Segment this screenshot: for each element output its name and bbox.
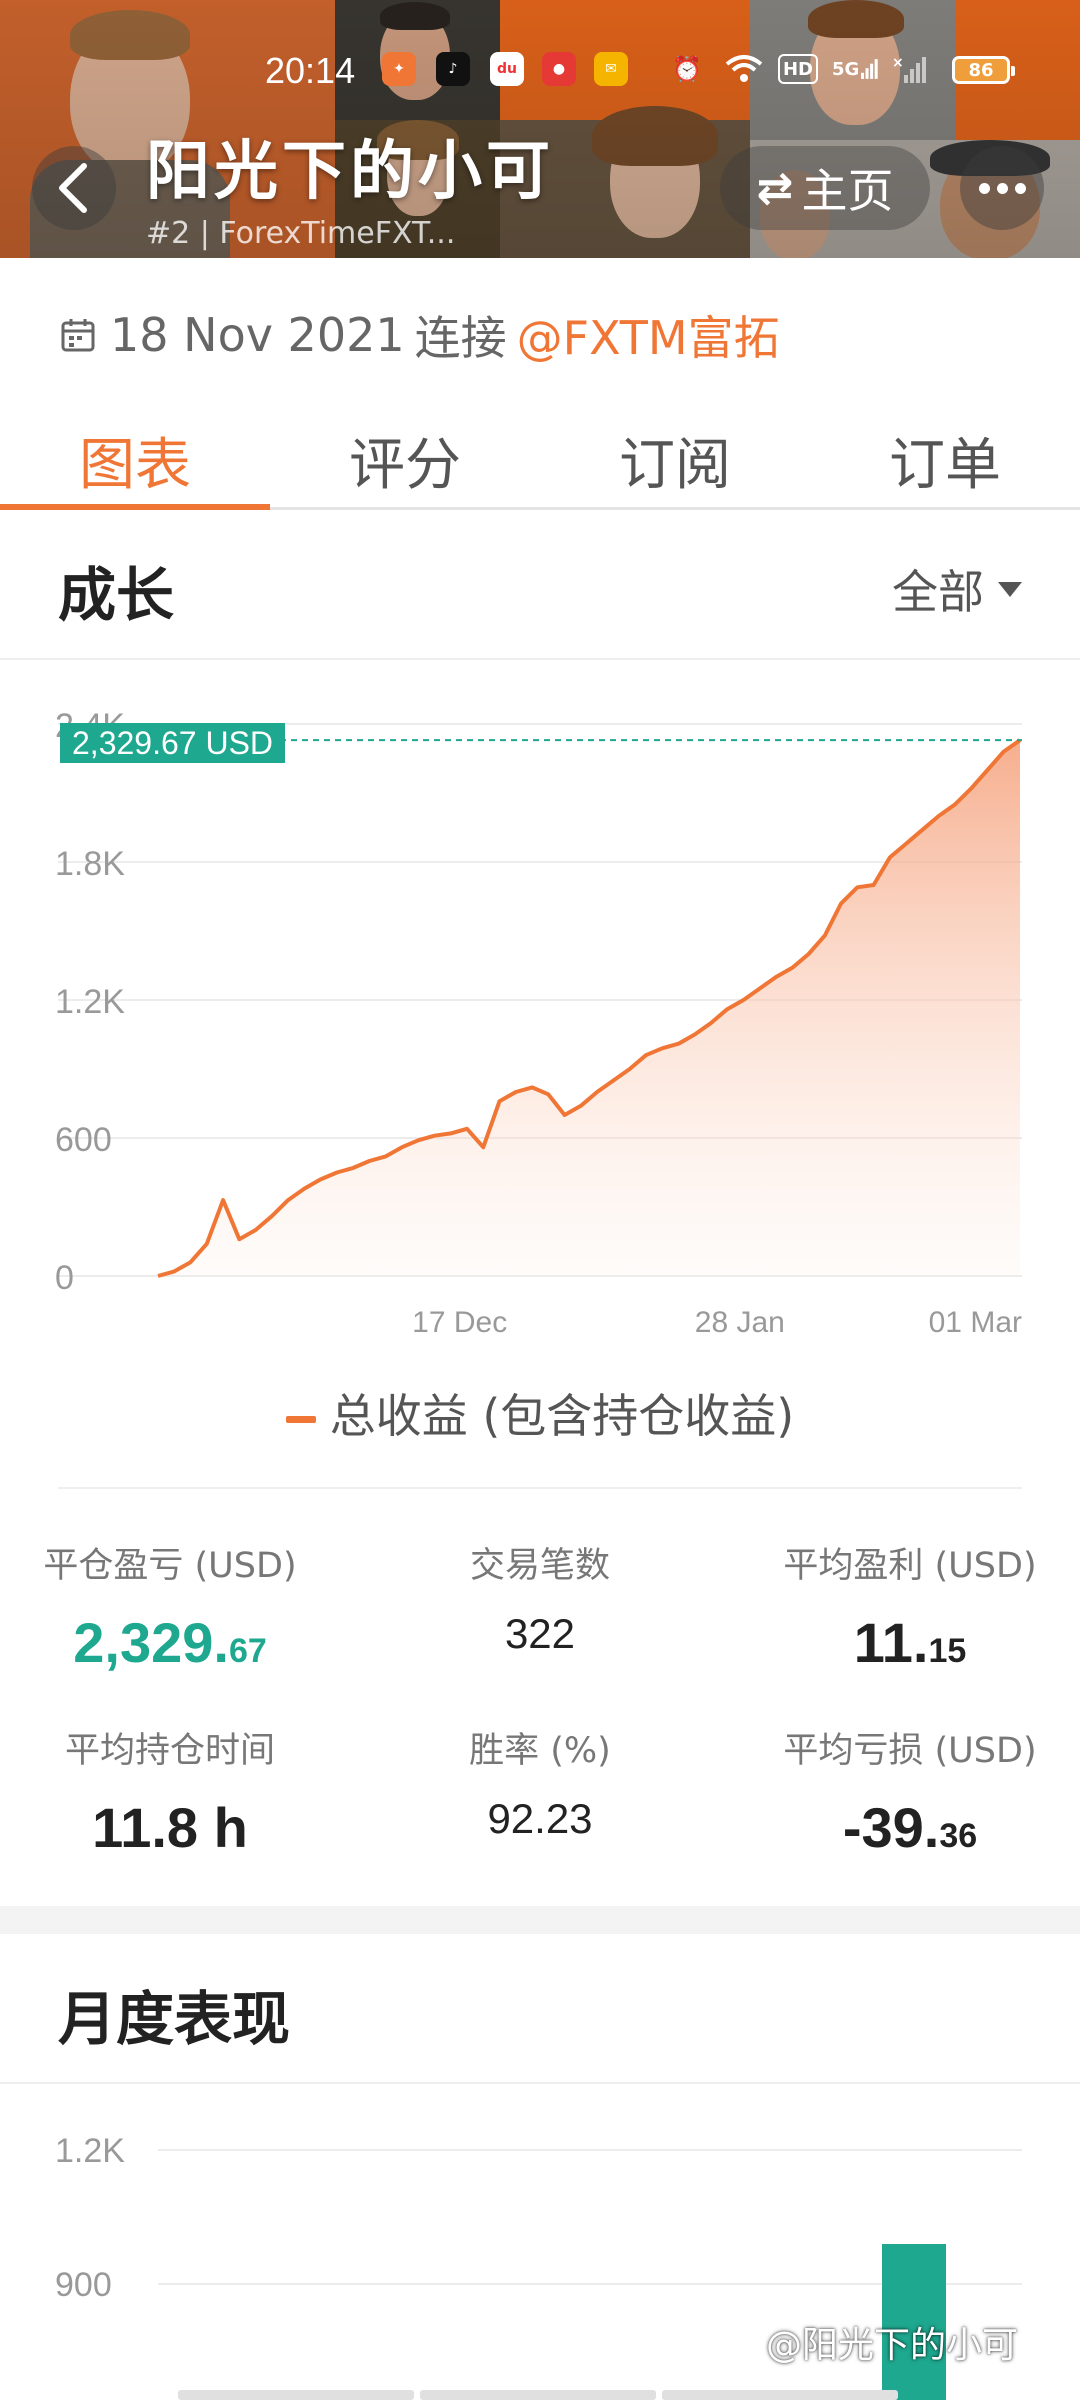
range-dropdown[interactable]: 全部 <box>892 556 1022 622</box>
section-title: 月度表现 <box>58 1985 291 2053</box>
divider <box>58 1487 1022 1489</box>
y-tick-label: 1.2K <box>55 2132 125 2170</box>
y-tick-label: 1.8K <box>55 845 125 883</box>
x-tick-label: 28 Jan <box>695 1306 785 1339</box>
notification-app-icon: du <box>490 52 524 86</box>
y-tick-label: 0 <box>55 1259 74 1297</box>
back-button[interactable] <box>32 146 116 230</box>
tab-chart[interactable]: 图表 <box>0 400 270 510</box>
stat-avg-hold-time: 平均持仓时间 11.8 h <box>0 1722 340 1860</box>
home-button[interactable]: ⇄ 主页 <box>720 146 930 230</box>
stat-value: 92.23 <box>487 1795 593 1842</box>
swap-icon: ⇄ <box>756 162 794 214</box>
tab-subscribe[interactable]: 订阅 <box>540 400 810 507</box>
status-bar: 20:14 ✦ ♪ du ● ✉ ⏰ HD 5G × 86 <box>0 48 1080 94</box>
section-title: 成长 <box>58 561 175 629</box>
stat-value: 2,329.67 <box>73 1611 267 1674</box>
stat-label: 平均盈利 (USD) <box>783 1546 1037 1586</box>
stat-trade-count: 交易笔数 322 <box>370 1537 710 1658</box>
scroll-segment <box>178 2390 414 2400</box>
monthly-section-header: 月度表现 <box>0 1934 1080 2084</box>
connect-verb: 连接 <box>414 311 507 365</box>
current-value-label: 2,329.67 USD <box>60 723 286 763</box>
connect-info: 18 Nov 2021 连接 @FXTM富拓 <box>60 302 780 368</box>
section-gap <box>0 1906 1080 1934</box>
hd-icon: HD <box>778 54 818 84</box>
alarm-icon: ⏰ <box>672 55 702 83</box>
tab-bar: 图表 评分 订阅 订单 <box>0 400 1080 510</box>
stat-avg-loss: 平均亏损 (USD) -39.36 <box>740 1722 1080 1860</box>
stat-value: 11.8 h <box>92 1796 248 1859</box>
chart-legend: 总收益 (包含持仓收益) <box>0 1380 1080 1446</box>
notification-app-icon: ● <box>542 52 576 86</box>
stat-value: -39.36 <box>842 1796 978 1859</box>
tiktok-icon: ♪ <box>436 52 470 86</box>
stat-win-rate: 胜率 (%) 92.23 <box>370 1722 710 1843</box>
growth-section-header: 成长 全部 <box>0 510 1080 660</box>
profile-header: 20:14 ✦ ♪ du ● ✉ ⏰ HD 5G × 86 阳光下的小可 #2 … <box>0 0 1080 258</box>
x-tick-label: 01 Mar <box>929 1306 1022 1339</box>
mail-icon: ✉ <box>594 52 628 86</box>
status-time: 20:14 <box>265 50 356 91</box>
stat-label: 平均亏损 (USD) <box>783 1731 1037 1771</box>
connect-date: 18 Nov 2021 <box>110 308 405 362</box>
scroll-segment <box>420 2390 656 2400</box>
stat-label: 平仓盈亏 (USD) <box>43 1546 297 1586</box>
chevron-left-icon <box>59 163 87 213</box>
home-button-label: 主页 <box>801 164 894 218</box>
growth-chart-svg: 06001.2K1.8K2.4K17 Dec28 Jan01 Mar <box>55 707 1022 1339</box>
wifi-icon <box>724 52 764 86</box>
y-tick-label: 1.2K <box>55 983 125 1021</box>
notification-app-icon: ✦ <box>382 52 416 86</box>
stat-label: 交易笔数 <box>469 1546 610 1586</box>
legend-swatch <box>285 1416 316 1423</box>
growth-area <box>158 740 1020 1276</box>
watermark: @阳光下的小可 <box>766 2325 1019 2366</box>
signal-5g-icon: 5G <box>832 52 878 86</box>
account-subtitle: #2 | ForexTimeFXT... <box>146 216 456 251</box>
stat-label: 胜率 (%) <box>469 1731 611 1771</box>
more-dots-icon <box>978 182 1026 194</box>
stat-value: 322 <box>504 1610 576 1657</box>
scroll-segment <box>662 2390 898 2400</box>
more-button[interactable] <box>960 146 1044 230</box>
growth-chart: 06001.2K1.8K2.4K17 Dec28 Jan01 Mar <box>0 660 1080 1360</box>
broker-link[interactable]: @FXTM富拓 <box>517 302 780 368</box>
legend-label: 总收益 (包含持仓收益) <box>329 1389 795 1443</box>
stat-closed-pnl: 平仓盈亏 (USD) 2,329.67 <box>0 1537 340 1675</box>
y-tick-label: 600 <box>55 1121 112 1159</box>
range-dropdown-value: 全部 <box>892 565 984 619</box>
stat-label: 平均持仓时间 <box>64 1731 275 1771</box>
x-tick-label: 17 Dec <box>412 1306 507 1339</box>
page-title: 阳光下的小可 <box>146 135 554 209</box>
y-tick-label: 900 <box>55 2266 112 2304</box>
caret-down-icon <box>998 581 1022 597</box>
svg-text:×: × <box>892 55 904 71</box>
stat-value: 11.15 <box>853 1611 967 1674</box>
signal-empty-icon: × <box>890 52 934 86</box>
stat-avg-profit: 平均盈利 (USD) 11.15 <box>740 1537 1080 1675</box>
tab-orders[interactable]: 订单 <box>810 400 1080 507</box>
battery-icon: 86 <box>952 56 1015 84</box>
calendar-icon <box>61 319 95 352</box>
tab-rating[interactable]: 评分 <box>270 400 540 507</box>
